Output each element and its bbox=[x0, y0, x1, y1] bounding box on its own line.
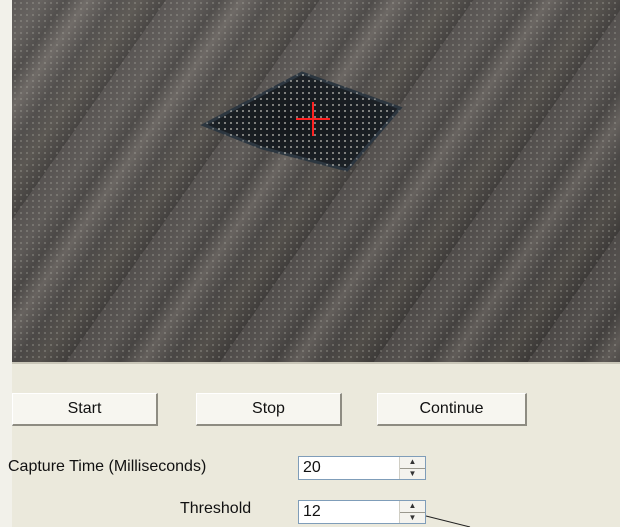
annotation-pointer bbox=[425, 515, 471, 527]
